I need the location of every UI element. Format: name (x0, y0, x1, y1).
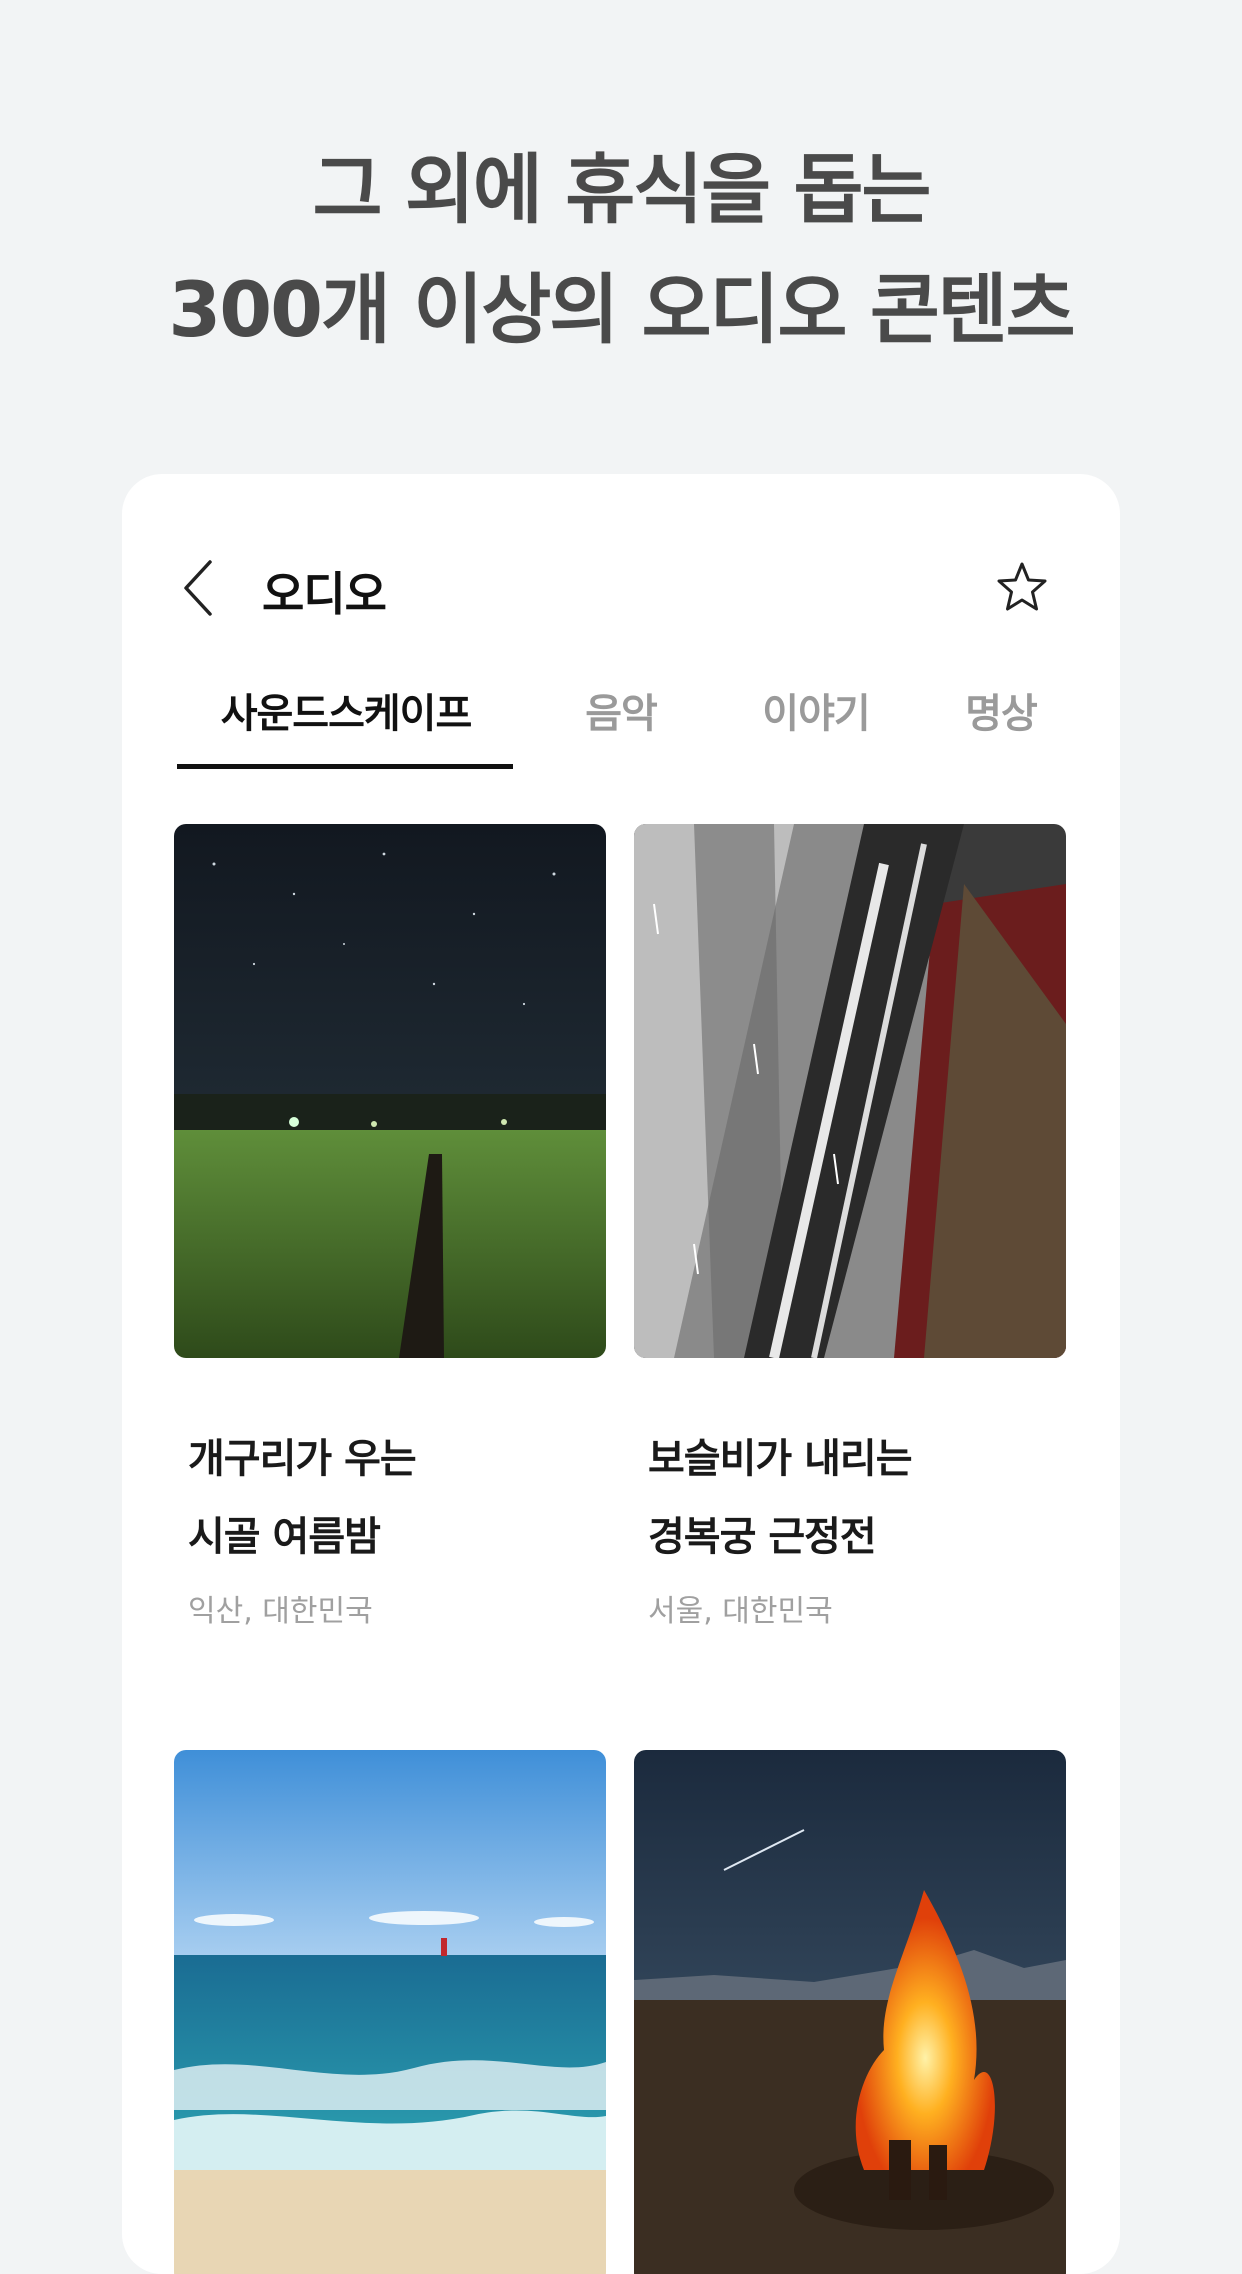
star-outline-icon (997, 562, 1047, 611)
headline-line-2: 300개 이상의 오디오 콘텐츠 (168, 265, 1075, 354)
thumbnail-seashore (174, 1750, 606, 2274)
tab-story[interactable]: 이야기 (726, 664, 906, 754)
item-location: 익산, 대한민국 (188, 1594, 373, 1629)
chevron-left-icon (184, 560, 212, 616)
tab-music[interactable]: 음악 (546, 664, 696, 754)
active-tab-indicator (177, 764, 513, 769)
top-bar: 오디오 (122, 534, 1120, 644)
promo-headline: 그 외에 휴식을 돕는 300개 이상의 오디오 콘텐츠 (0, 130, 1242, 370)
tab-meditation[interactable]: 명상 (936, 664, 1066, 754)
item-location: 서울, 대한민국 (648, 1594, 833, 1629)
thumbnail-palace-roof (634, 824, 1066, 1358)
item-title: 보슬비가 내리는 경복궁 근정전 (648, 1436, 913, 1560)
favorite-button[interactable] (994, 560, 1050, 616)
audio-item-tile[interactable]: 보슬비가 내리는 경복궁 근정전 서울, 대한민국 (634, 824, 1066, 1630)
thumbnail-night-field (174, 824, 606, 1358)
category-tabs: 사운드스케이프 음악 이야기 명상 (176, 664, 1066, 764)
headline-line-1: 그 외에 휴식을 돕는 (312, 145, 932, 234)
item-title: 개구리가 우는 시골 여름밤 (188, 1436, 417, 1560)
back-button[interactable] (174, 556, 234, 620)
audio-item-tile[interactable]: 개구리가 우는 시골 여름밤 익산, 대한민국 (174, 824, 606, 1630)
app-screen-card: 오디오 사운드스케이프 음악 이야기 명상 개구리가 우는 시골 여름밤 익산,… (122, 474, 1120, 2274)
page-title: 오디오 (262, 567, 387, 621)
audio-item-tile[interactable] (634, 1750, 1066, 2274)
tab-soundscape[interactable]: 사운드스케이프 (176, 664, 516, 754)
thumbnail-campfire (634, 1750, 1066, 2274)
audio-item-tile[interactable] (174, 1750, 606, 2274)
